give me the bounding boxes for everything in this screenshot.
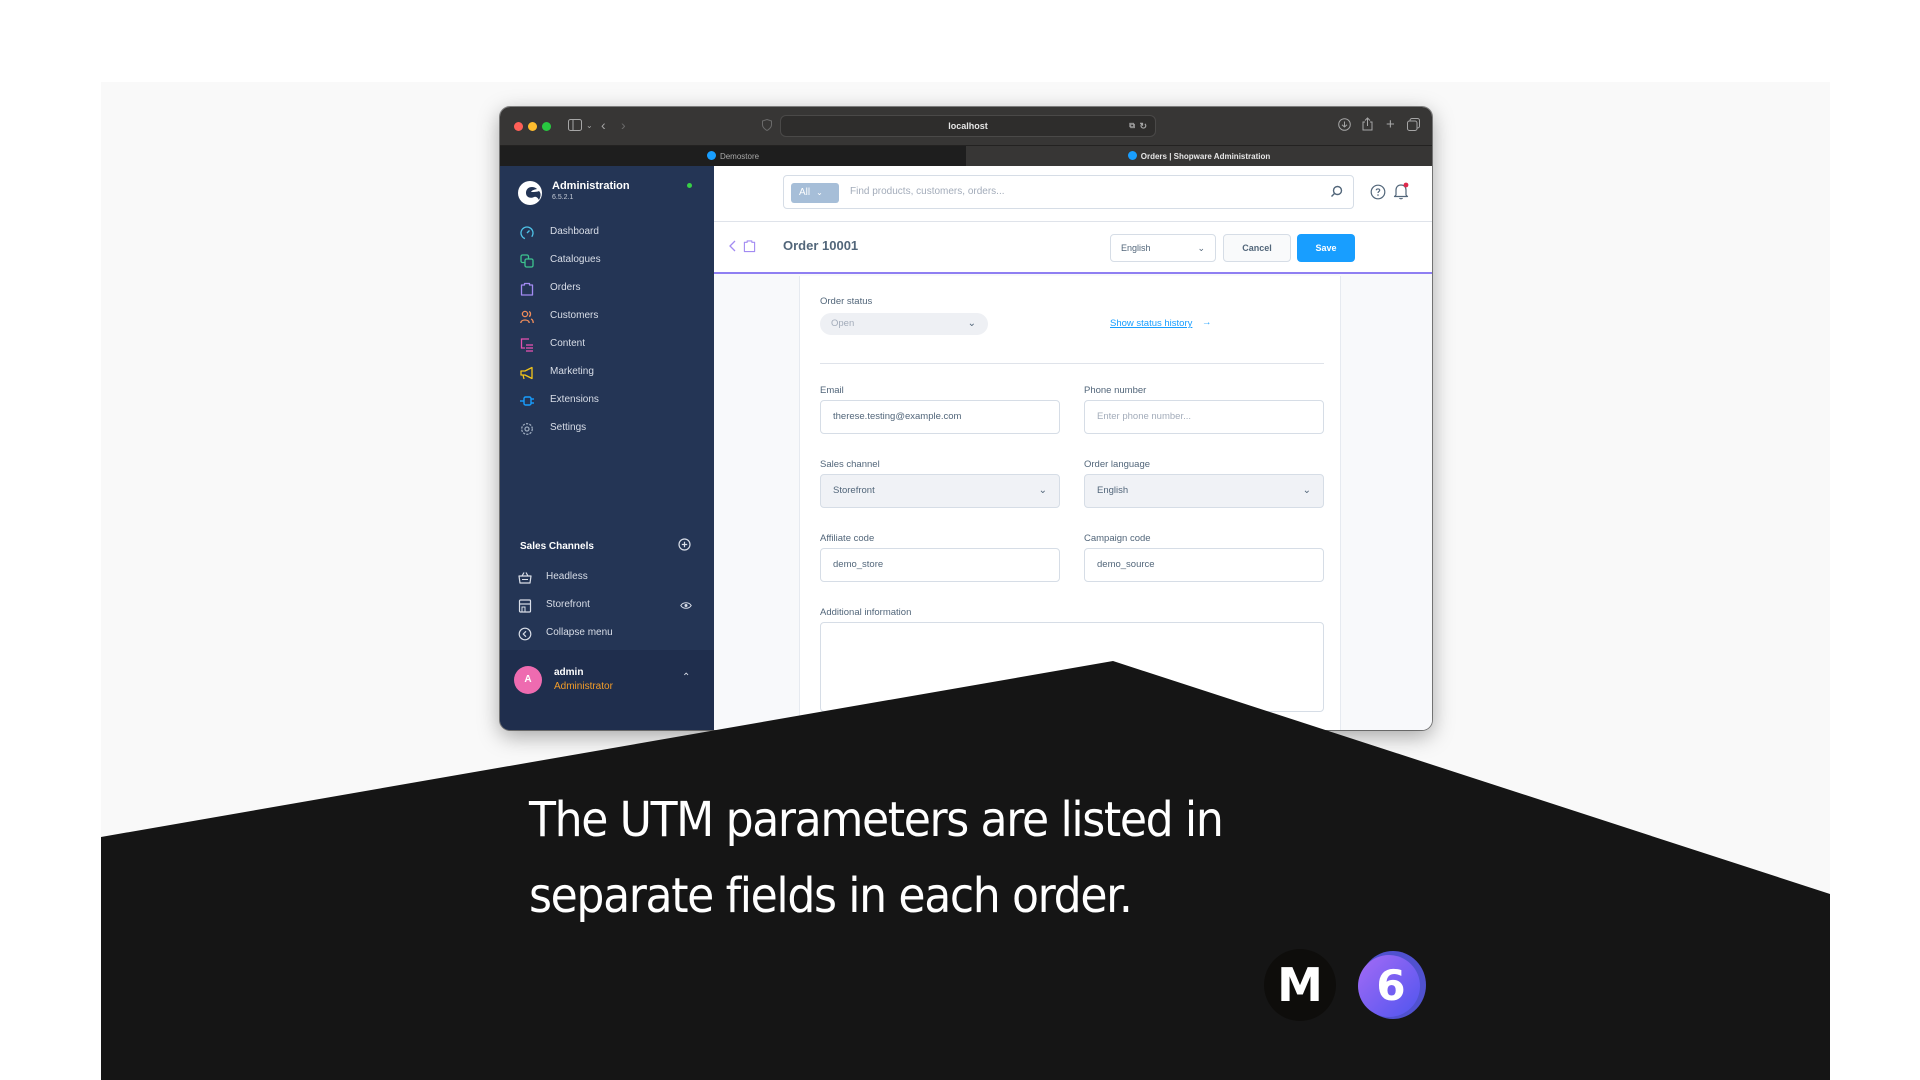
- caption-line-2: separate fields in each order.: [529, 868, 1133, 924]
- caption-text: The UTM parameters are listed in separat…: [529, 782, 1357, 934]
- logo-six-text: 6: [1376, 961, 1405, 1010]
- slide: ⌄ ‹ › localhost ⧉ ↻ + Demostore Orders |…: [0, 0, 1920, 1080]
- m-brand-logo: M: [1264, 949, 1336, 1021]
- shopware-6-logo-icon: 6: [1358, 951, 1426, 1019]
- caption-line-1: The UTM parameters are listed in: [529, 792, 1224, 848]
